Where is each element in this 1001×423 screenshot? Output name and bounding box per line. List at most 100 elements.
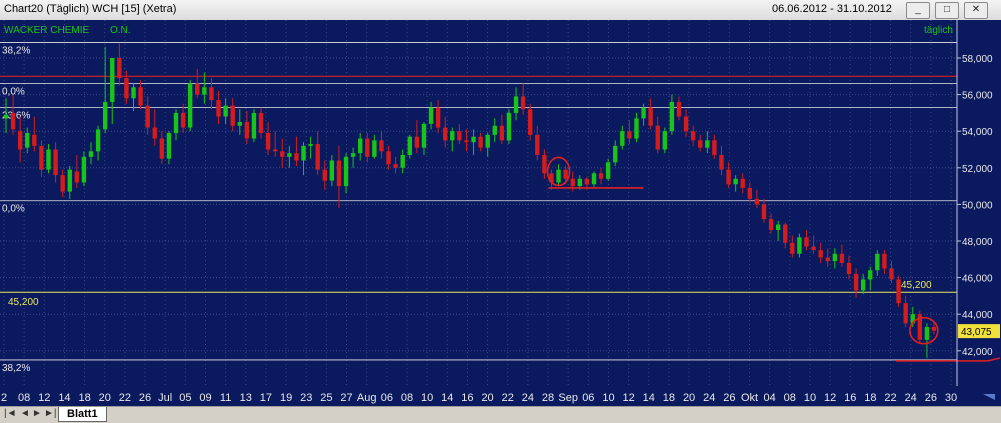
x-tick-label: 08 <box>18 392 30 404</box>
last-price-label: 43,075 <box>961 327 992 338</box>
candle-body <box>740 178 745 188</box>
candle-body <box>17 131 23 150</box>
x-tick-label: Jul <box>158 392 172 404</box>
candle-body <box>95 129 101 152</box>
candle-body <box>251 112 257 139</box>
fibonacci-label: 0,0% <box>2 204 25 215</box>
candle-body <box>301 145 306 161</box>
candle-body <box>187 83 193 128</box>
candle-body <box>598 173 604 179</box>
x-tick-label: 19 <box>280 392 292 404</box>
candle-body <box>506 112 512 141</box>
candle-body <box>698 140 703 148</box>
candle-body <box>818 250 823 258</box>
next-sheet-arrow-icon[interactable]: ► <box>32 408 42 419</box>
x-tick-label: 25 <box>320 392 332 404</box>
x-tick-label: 05 <box>179 392 191 404</box>
candle-body <box>846 262 852 274</box>
candle-body <box>648 107 653 126</box>
candle-body <box>690 131 696 141</box>
candle-body <box>74 171 80 183</box>
candle-body <box>60 175 65 192</box>
y-tick-label: 48,000 <box>962 237 993 248</box>
x-tick-label: 13 <box>240 392 252 404</box>
candle-body <box>577 178 582 187</box>
y-tick-label: 52,000 <box>962 164 993 175</box>
candle-body <box>25 133 30 148</box>
fibonacci-label: 38,2% <box>2 363 30 374</box>
candle-body <box>379 140 384 152</box>
first-sheet-arrow-icon[interactable]: |◄ <box>4 408 17 419</box>
candle-body <box>478 136 483 148</box>
candle-body <box>124 78 129 99</box>
x-tick-label: 23 <box>300 392 312 404</box>
x-tick-label: Aug <box>357 392 377 404</box>
x-tick-label: 12 <box>824 392 836 404</box>
x-tick-label: 11 <box>220 392 231 404</box>
candle-body <box>138 87 143 106</box>
candle-body <box>110 58 115 102</box>
x-tick-label: 09 <box>199 392 211 404</box>
candle-body <box>591 173 597 185</box>
sheet-tab-blatt1[interactable]: Blatt1 <box>58 407 107 422</box>
header-period: täglich <box>924 25 953 36</box>
candle-body <box>853 273 859 291</box>
candle-body <box>761 204 767 220</box>
candle-body <box>272 149 278 152</box>
candle-body <box>32 134 37 146</box>
x-tick-label: 27 <box>340 392 352 404</box>
candle-body <box>485 134 490 148</box>
x-tick-label: 17 <box>260 392 272 404</box>
candle-body <box>10 112 16 130</box>
candle-body <box>875 253 880 271</box>
candle-body <box>705 140 710 148</box>
candle-body <box>265 133 271 150</box>
candle-body <box>195 83 200 95</box>
candle-body <box>464 140 469 143</box>
candle-body <box>3 114 9 119</box>
candle-body <box>683 116 689 132</box>
x-tick-label: 22 <box>884 392 896 404</box>
horizontal-lines: 38,2%0,0%23,6%0,0%38,2%45,20045,200 <box>0 42 957 374</box>
candle-body <box>584 178 590 185</box>
bottom-mark-line <box>896 357 1001 362</box>
candle-body <box>775 224 781 231</box>
candle-body <box>804 237 809 247</box>
candle-body <box>152 127 157 139</box>
candle-body <box>825 257 830 262</box>
candle-body <box>669 101 675 132</box>
x-tick-label: 26 <box>139 392 151 404</box>
candle-body <box>393 164 398 168</box>
candle-body <box>117 58 122 79</box>
candle-body <box>159 138 165 159</box>
candle-body <box>542 154 547 174</box>
candle-body <box>400 154 405 168</box>
x-tick-label: 18 <box>78 392 90 404</box>
candle-body <box>280 151 285 157</box>
candle-body <box>931 327 937 331</box>
candle-body <box>839 253 845 263</box>
candle-body <box>372 140 377 157</box>
candle-body <box>81 156 87 183</box>
x-tick-label: 14 <box>441 392 453 404</box>
candle-body <box>131 87 136 99</box>
candle-body <box>209 87 214 101</box>
x-tick-label: 26 <box>723 392 735 404</box>
candle-body <box>868 270 873 280</box>
candle-body <box>662 131 668 150</box>
candle-body <box>832 253 838 262</box>
candle-body <box>471 136 476 143</box>
last-sheet-arrow-icon[interactable]: ►| <box>44 408 57 419</box>
prev-sheet-arrow-icon[interactable]: ◄ <box>20 408 30 419</box>
candle-body <box>768 219 774 231</box>
candle-body <box>535 134 540 155</box>
candle-body <box>457 131 462 141</box>
support-label-left: 45,200 <box>8 297 39 308</box>
candle-body <box>216 100 221 117</box>
candle-body <box>754 198 760 205</box>
x-tick-label: 20 <box>481 392 493 404</box>
x-tick-label: 24 <box>703 392 715 404</box>
candle-body <box>350 153 356 157</box>
candle-body <box>102 101 108 130</box>
candle-body <box>237 122 242 126</box>
